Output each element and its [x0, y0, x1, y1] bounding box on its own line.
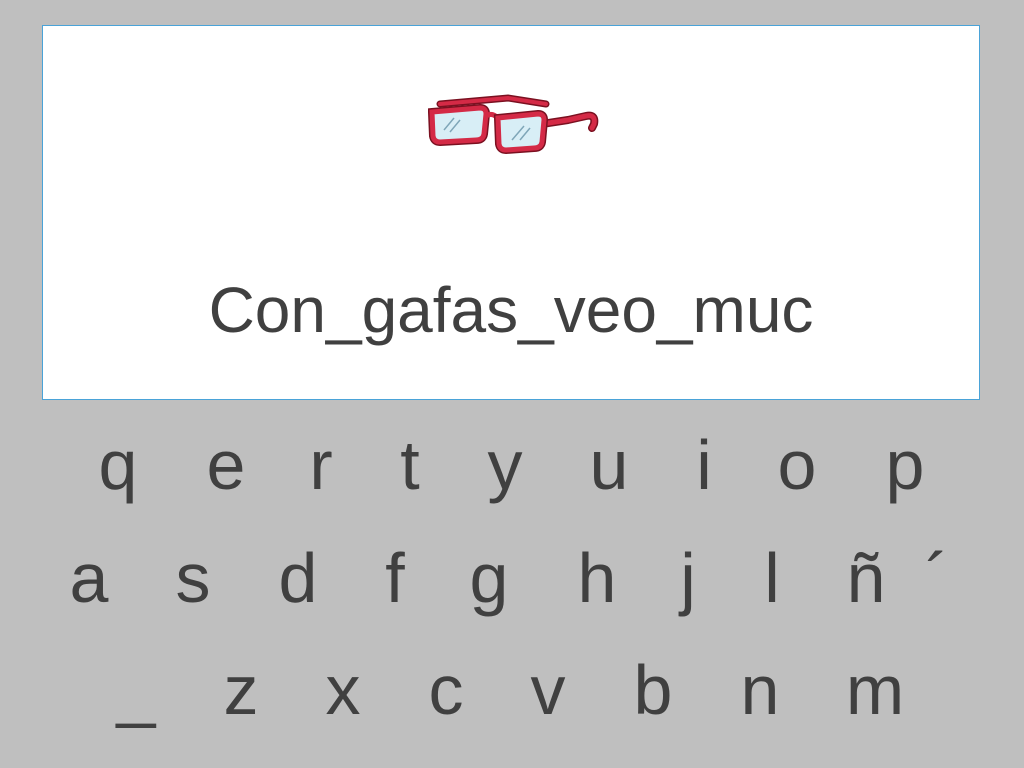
glasses-icon — [428, 94, 599, 155]
key-f[interactable]: f — [355, 543, 435, 613]
key-y[interactable]: y — [465, 430, 545, 500]
key-s[interactable]: s — [153, 543, 233, 613]
key-n-tilde[interactable]: ñ — [826, 543, 906, 613]
key-o[interactable]: o — [757, 430, 837, 500]
keyboard-row-2: a s d f g h j l ñ ´ — [0, 543, 1024, 633]
key-u[interactable]: u — [569, 430, 649, 500]
key-d[interactable]: d — [258, 543, 338, 613]
key-acute-accent[interactable]: ´ — [897, 543, 977, 613]
key-z[interactable]: z — [201, 655, 281, 725]
key-e[interactable]: e — [186, 430, 266, 500]
key-r[interactable]: r — [281, 430, 361, 500]
key-v[interactable]: v — [508, 655, 588, 725]
key-p[interactable]: p — [865, 430, 945, 500]
key-i[interactable]: i — [664, 430, 744, 500]
key-m[interactable]: m — [835, 655, 915, 725]
key-j[interactable]: j — [648, 543, 728, 613]
key-a[interactable]: a — [49, 543, 129, 613]
key-n[interactable]: n — [720, 655, 800, 725]
word-card: Con_gafas_veo_muc — [42, 25, 980, 400]
key-x[interactable]: x — [303, 655, 383, 725]
key-h[interactable]: h — [557, 543, 637, 613]
phrase-text: Con_gafas_veo_muc — [208, 274, 814, 346]
key-t[interactable]: t — [370, 430, 450, 500]
key-c[interactable]: c — [406, 655, 486, 725]
key-q[interactable]: q — [78, 430, 158, 500]
key-l[interactable]: l — [732, 543, 812, 613]
key-underscore[interactable]: _ — [96, 655, 176, 725]
keyboard-row-1: q e r t y u i o p — [0, 430, 1024, 520]
key-g[interactable]: g — [449, 543, 529, 613]
keyboard-row-3: _ z x c v b n m — [0, 655, 1024, 745]
key-b[interactable]: b — [613, 655, 693, 725]
